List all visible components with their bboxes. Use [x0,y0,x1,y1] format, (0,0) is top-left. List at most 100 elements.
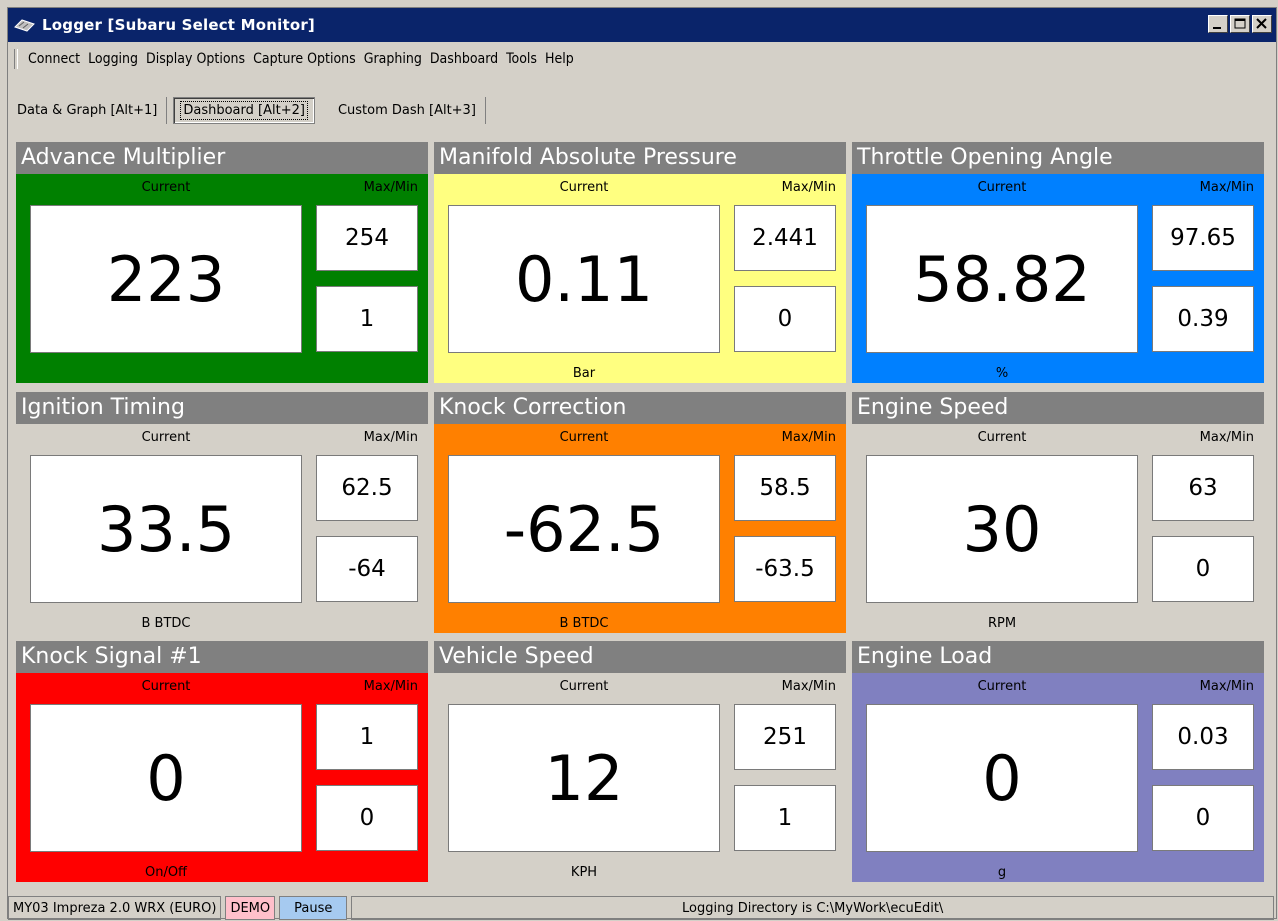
gauge-body: Current Max/Min -62.5 58.5 -63.5 B BTDC [434,424,846,633]
menu-tools[interactable]: Tools [506,51,537,67]
menu-grip [14,49,18,69]
tab-data-graph[interactable]: Data & Graph [Alt+1] [8,96,168,124]
maxmin-label: Max/Min [363,679,418,694]
maxmin-label: Max/Min [781,180,836,195]
min-value: 0 [316,785,418,851]
gauge-panel: Engine Speed Current Max/Min 30 63 0 RPM [852,392,1264,633]
current-label: Current [141,679,191,694]
unit-label: B BTDC [559,616,609,631]
min-value: -64 [316,536,418,602]
current-value: 30 [866,455,1138,603]
current-label: Current [977,180,1027,195]
gauge-body: Current Max/Min 58.82 97.65 0.39% [852,174,1264,383]
current-label: Current [977,679,1027,694]
app-icon [14,19,35,32]
gauge-body: Current Max/Min 0 1 0 On/Off [16,673,428,882]
menu-dashboard[interactable]: Dashboard [430,51,498,67]
gauge-body: Current Max/Min 223 254 1 [16,174,428,383]
tab-label: Dashboard [Alt+2] [180,100,308,120]
max-value: 251 [734,704,836,770]
gauge-title: Knock Correction [434,392,846,424]
menu-display-options[interactable]: Display Options [146,51,245,67]
gauge-panel: Engine Load Current Max/Min 0 0.03 0 g [852,641,1264,882]
maximize-icon [1234,18,1246,29]
current-value: 0 [866,704,1138,852]
maxmin-label: Max/Min [1199,679,1254,694]
menu-help[interactable]: Help [545,51,574,67]
max-value: 58.5 [734,455,836,521]
logger-window: Logger [Subaru Select Monitor] Connect L… [7,7,1278,920]
maxmin-label: Max/Min [1199,180,1254,195]
gauge-title: Throttle Opening Angle [852,142,1264,174]
menu-connect[interactable]: Connect [28,51,80,67]
gauge-title: Ignition Timing [16,392,428,424]
gauge-title: Vehicle Speed [434,641,846,673]
window-title: Logger [Subaru Select Monitor] [42,16,315,34]
current-value: 58.82 [866,205,1138,353]
tab-label: Custom Dash [Alt+3] [337,102,476,118]
gauge-title: Engine Load [852,641,1264,673]
status-logging-directory: Logging Directory is C:\MyWork\ecuEdit\ [351,896,1274,920]
unit-label: On/Off [144,865,188,880]
close-button[interactable] [1252,15,1272,33]
gauge-body: Current Max/Min 0.11 2.441 0 Bar [434,174,846,383]
gauge-title: Manifold Absolute Pressure [434,142,846,174]
unit-label: KPH [570,865,598,880]
gauge-title: Advance Multiplier [16,142,428,174]
status-vehicle: MY03 Impreza 2.0 WRX (EURO) [8,896,222,920]
close-icon [1256,18,1267,29]
max-value: 2.441 [734,205,836,271]
window-controls [1208,15,1272,33]
current-value: 12 [448,704,720,852]
title-bar[interactable]: Logger [Subaru Select Monitor] [8,8,1276,42]
status-pause[interactable]: Pause [279,896,348,920]
menu-logging[interactable]: Logging [88,51,138,67]
tab-custom-dash[interactable]: Custom Dash [Alt+3] [329,96,486,124]
gauge-body: Current Max/Min 30 63 0 RPM [852,424,1264,633]
gauge-title: Knock Signal #1 [16,641,428,673]
current-label: Current [559,430,609,445]
max-value: 63 [1152,455,1254,521]
current-label: Current [141,180,191,195]
current-value: 0 [30,704,302,852]
tab-dashboard[interactable]: Dashboard [Alt+2] [173,96,315,124]
gauge-panel: Advance Multiplier Current Max/Min 223 254 1 [16,142,428,383]
status-bar: MY03 Impreza 2.0 WRX (EURO) DEMO Pause L… [8,896,1276,920]
menu-graphing[interactable]: Graphing [364,51,422,67]
maximize-button[interactable] [1230,15,1250,33]
gauge-panel: Ignition Timing Current Max/Min 33.5 62.5 -64… [16,392,428,633]
maxmin-label: Max/Min [781,679,836,694]
current-label: Current [559,679,609,694]
min-value: 0 [1152,785,1254,851]
unit-label: % [995,366,1009,381]
menu-capture-options[interactable]: Capture Options [253,51,356,67]
maxmin-label: Max/Min [363,180,418,195]
gauge-panel: Throttle Opening Angle Current Max/Min 58.8… [852,142,1264,383]
status-demo-badge: DEMO [225,896,276,920]
minimize-button[interactable] [1208,15,1228,33]
max-value: 254 [316,205,418,271]
min-value: -63.5 [734,536,836,602]
current-label: Current [141,430,191,445]
min-value: 0.39 [1152,286,1254,352]
current-value: 33.5 [30,455,302,603]
gauge-panel: Knock Correction Current Max/Min -62.5 58.5 -… [434,392,846,633]
current-value: 0.11 [448,205,720,353]
menu-bar: Connect Logging Display Options Capture … [8,46,582,72]
gauge-panel: Knock Signal #1 Current Max/Min 0 1 0 On/Off [16,641,428,882]
current-label: Current [977,430,1027,445]
unit-label: RPM [987,616,1017,631]
maxmin-label: Max/Min [781,430,836,445]
gauge-panel: Manifold Absolute Pressure Current Max/Min… [434,142,846,383]
min-value: 0 [1152,536,1254,602]
gauge-panel: Vehicle Speed Current Max/Min 12 251 1 KPH [434,641,846,882]
min-value: 1 [734,785,836,851]
gauge-body: Current Max/Min 0 0.03 0 g [852,673,1264,882]
max-value: 97.65 [1152,205,1254,271]
maxmin-label: Max/Min [1199,430,1254,445]
current-value: -62.5 [448,455,720,603]
gauge-body: Current Max/Min 12 251 1 KPH [434,673,846,882]
gauge-title: Engine Speed [852,392,1264,424]
maxmin-label: Max/Min [363,430,418,445]
dashboard-grid: Advance Multiplier Current Max/Min 223 254 1 M… [16,142,1278,890]
